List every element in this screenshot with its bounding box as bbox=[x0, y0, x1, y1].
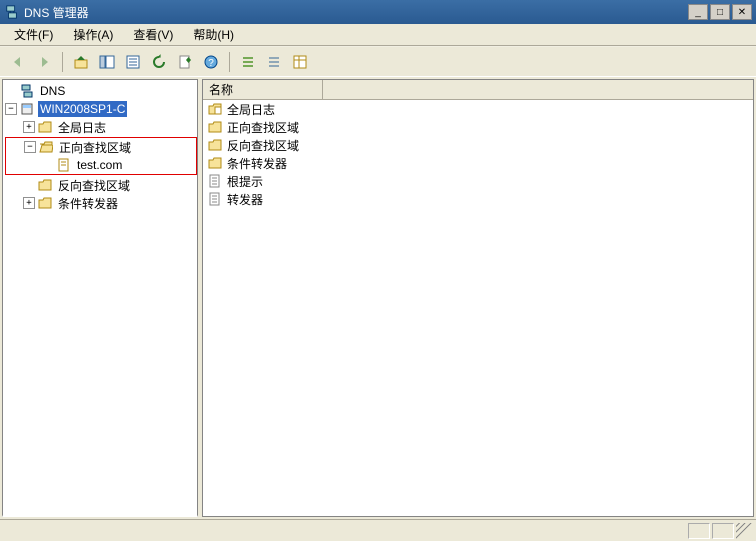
expander-minus-icon[interactable]: − bbox=[24, 141, 36, 153]
tree-conditional-forwarder[interactable]: + 条件转发器 bbox=[5, 194, 197, 212]
list-item[interactable]: 转发器 bbox=[203, 190, 753, 208]
tree-forward-zone[interactable]: − 正向查找区域 bbox=[6, 138, 196, 156]
list-view-button[interactable] bbox=[262, 50, 286, 74]
expander-minus-icon[interactable]: − bbox=[5, 103, 17, 115]
tree-zone-item[interactable]: test.com bbox=[6, 156, 196, 174]
list-item[interactable]: 根提示 bbox=[203, 172, 753, 190]
list-pane: 名称 全局日志正向查找区域反向查找区域条件转发器根提示转发器 bbox=[202, 79, 754, 517]
status-bar bbox=[0, 519, 756, 541]
tree-root-dns[interactable]: DNS bbox=[5, 82, 197, 100]
tree-global-log[interactable]: + 全局日志 bbox=[5, 118, 197, 136]
show-hide-tree-button[interactable] bbox=[95, 50, 119, 74]
title-bar: DNS 管理器 _ □ ✕ bbox=[0, 0, 756, 24]
folder-icon bbox=[37, 177, 53, 193]
list-item-label: 根提示 bbox=[227, 173, 263, 190]
menu-view[interactable]: 查看(V) bbox=[125, 24, 181, 45]
folder-icon bbox=[37, 195, 53, 211]
list-item[interactable]: 正向查找区域 bbox=[203, 118, 753, 136]
list-item[interactable]: 条件转发器 bbox=[203, 154, 753, 172]
list-header: 名称 bbox=[203, 80, 753, 100]
folder-icon bbox=[207, 137, 223, 153]
menu-bar: 文件(F) 操作(A) 查看(V) 帮助(H) bbox=[0, 24, 756, 46]
tree-label: WIN2008SP1-C bbox=[38, 101, 127, 117]
expander-plus-icon[interactable]: + bbox=[23, 121, 35, 133]
page-icon bbox=[207, 191, 223, 207]
help-button[interactable]: ? bbox=[199, 50, 223, 74]
back-button[interactable] bbox=[6, 50, 30, 74]
list-item-label: 转发器 bbox=[227, 191, 263, 208]
folder-icon bbox=[207, 155, 223, 171]
client-area: DNS − WIN2008SP1-C + 全局日志 − 正向查找区域 bbox=[0, 76, 756, 519]
toolbar-divider bbox=[229, 52, 230, 72]
resize-grip-icon[interactable] bbox=[736, 523, 752, 539]
close-button[interactable]: ✕ bbox=[732, 4, 752, 20]
list-item-label: 反向查找区域 bbox=[227, 137, 299, 154]
expander-plus-icon[interactable]: + bbox=[23, 197, 35, 209]
menu-action[interactable]: 操作(A) bbox=[65, 24, 121, 45]
page-icon bbox=[207, 173, 223, 189]
list-item[interactable]: 全局日志 bbox=[203, 100, 753, 118]
zone-icon bbox=[56, 157, 72, 173]
tree-label: 全局日志 bbox=[56, 118, 108, 137]
folder-log-icon bbox=[207, 101, 223, 117]
tree-server[interactable]: − WIN2008SP1-C bbox=[5, 100, 197, 118]
tree-pane[interactable]: DNS − WIN2008SP1-C + 全局日志 − 正向查找区域 bbox=[2, 79, 198, 517]
tree-label: 条件转发器 bbox=[56, 194, 120, 213]
list-body[interactable]: 全局日志正向查找区域反向查找区域条件转发器根提示转发器 bbox=[203, 100, 753, 516]
tree-label: 正向查找区域 bbox=[57, 138, 133, 157]
folder-icon bbox=[37, 119, 53, 135]
filter-button[interactable] bbox=[236, 50, 260, 74]
export-button[interactable] bbox=[173, 50, 197, 74]
forward-button[interactable] bbox=[32, 50, 56, 74]
list-item[interactable]: 反向查找区域 bbox=[203, 136, 753, 154]
app-icon bbox=[4, 4, 20, 20]
list-item-label: 正向查找区域 bbox=[227, 119, 299, 136]
menu-file[interactable]: 文件(F) bbox=[6, 24, 61, 45]
folder-open-icon bbox=[38, 139, 54, 155]
highlight-box: − 正向查找区域 test.com bbox=[5, 137, 197, 175]
detail-view-button[interactable] bbox=[288, 50, 312, 74]
svg-text:?: ? bbox=[208, 58, 214, 69]
maximize-button[interactable]: □ bbox=[710, 4, 730, 20]
list-item-label: 条件转发器 bbox=[227, 155, 287, 172]
folder-icon bbox=[207, 119, 223, 135]
tree-label: 反向查找区域 bbox=[56, 176, 132, 195]
column-name[interactable]: 名称 bbox=[203, 80, 323, 99]
list-item-label: 全局日志 bbox=[227, 101, 275, 118]
tree-label: DNS bbox=[38, 83, 67, 99]
toolbar-divider bbox=[62, 52, 63, 72]
status-cell bbox=[712, 523, 734, 539]
menu-help[interactable]: 帮助(H) bbox=[185, 24, 242, 45]
properties-button[interactable] bbox=[121, 50, 145, 74]
tree-label: test.com bbox=[75, 157, 124, 173]
minimize-button[interactable]: _ bbox=[688, 4, 708, 20]
toolbar: ? bbox=[0, 47, 756, 77]
server-icon bbox=[19, 101, 35, 117]
up-button[interactable] bbox=[69, 50, 93, 74]
status-cell bbox=[688, 523, 710, 539]
dns-root-icon bbox=[19, 83, 35, 99]
tree-reverse-zone[interactable]: 反向查找区域 bbox=[5, 176, 197, 194]
window-title: DNS 管理器 bbox=[24, 4, 688, 21]
refresh-button[interactable] bbox=[147, 50, 171, 74]
